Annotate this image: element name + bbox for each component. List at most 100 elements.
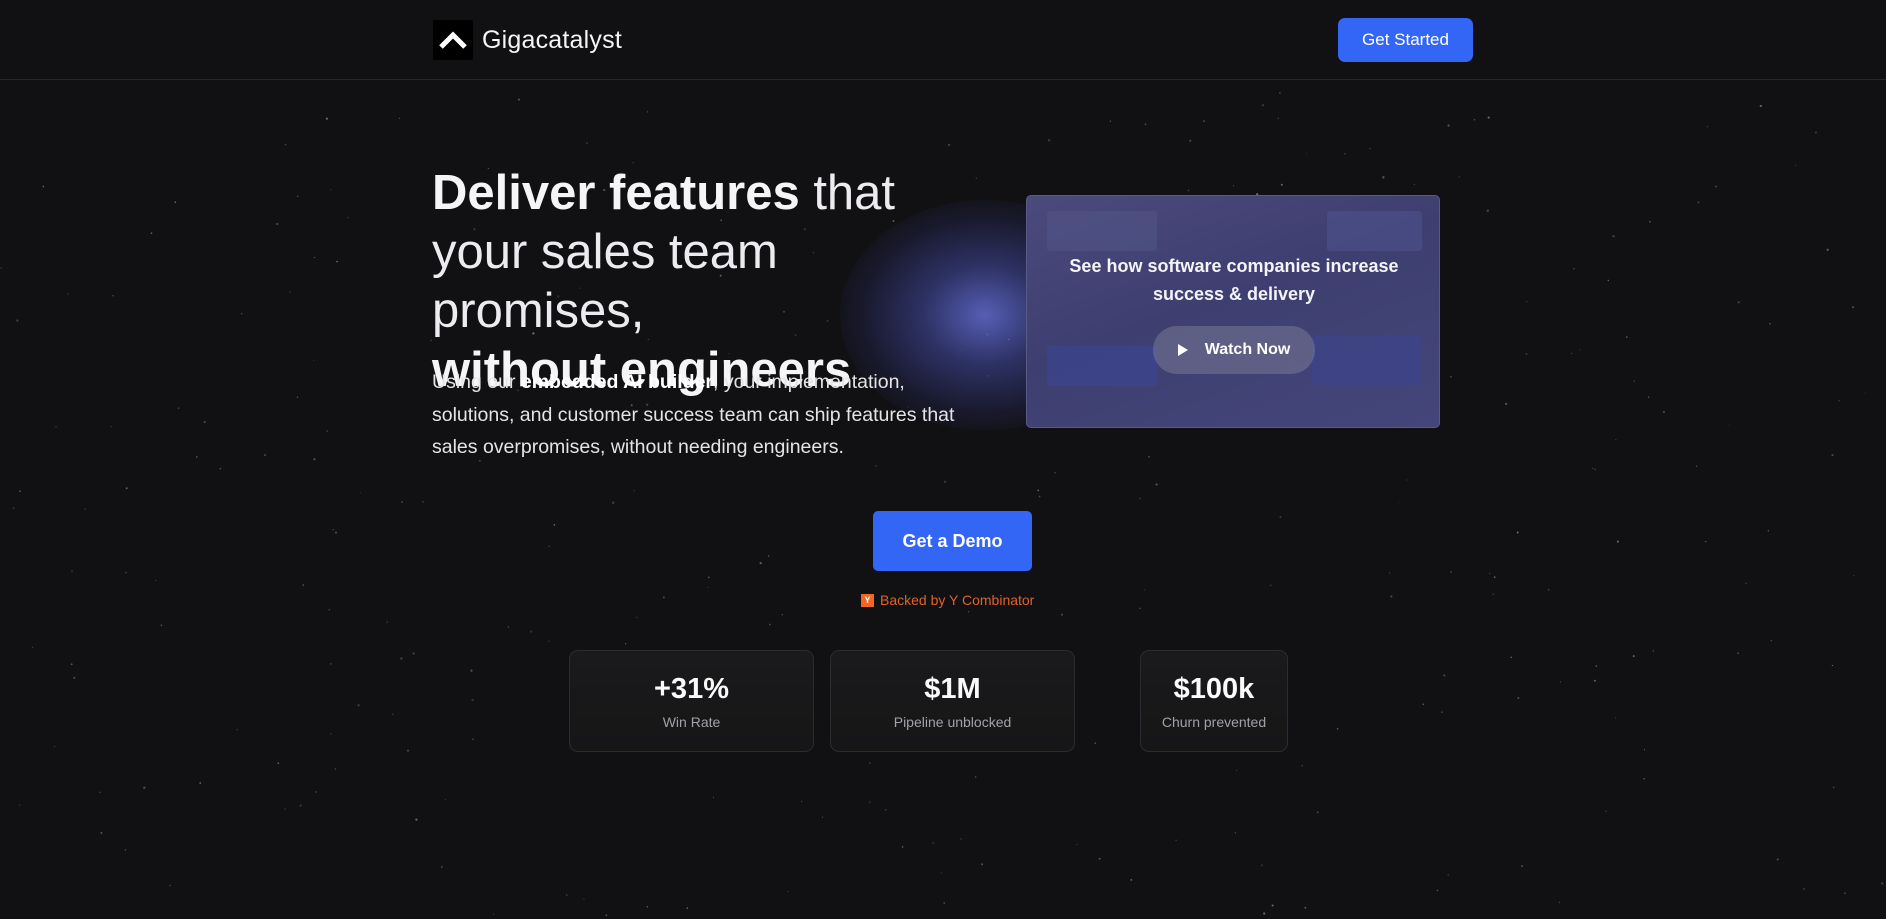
star-dot [1516,531,1519,534]
star-dot [1139,497,1141,500]
star-dot [42,185,45,188]
star-dot [1643,749,1646,751]
star-dot [605,914,608,916]
star-dot [759,561,762,565]
star-dot [1260,864,1263,867]
watch-now-button[interactable]: Watch Now [1153,326,1315,374]
star-dot [1450,376,1452,378]
star-dot [646,111,649,113]
star-dot [1269,584,1272,587]
star-dot [177,407,180,409]
star-dot [125,487,128,490]
star-dot [441,866,443,868]
star-dot [71,570,73,573]
star-dot [1233,185,1235,187]
star-dot [277,762,280,765]
get-started-button[interactable]: Get Started [1338,18,1473,62]
star-dot [1662,410,1666,414]
star-dot [1625,336,1628,338]
headline-part-bold: Deliver features [432,166,800,220]
star-dot [530,630,533,633]
star-dot [1187,189,1190,192]
watch-now-label: Watch Now [1204,341,1291,358]
star-dot [1304,906,1307,909]
star-dot [1098,857,1101,860]
star-dot [1390,595,1393,598]
star-dot [1831,454,1834,457]
star-dot [1441,711,1443,713]
star-dot [1647,396,1650,398]
star-dot [112,295,114,297]
star-dot [1767,530,1769,532]
star-dot [1189,139,1192,142]
star-dot [299,804,302,807]
star-dot [1737,652,1739,654]
stat-value: +31% [654,673,729,705]
star-dot [565,894,568,896]
star-dot [16,319,19,322]
star-dot [707,587,709,589]
star-dot [1853,574,1855,577]
star-dot [1831,664,1834,667]
star-dot [1605,810,1607,813]
chevron-up-logo-icon [433,20,473,60]
get-a-demo-button[interactable]: Get a Demo [873,511,1032,571]
star-dot [1344,152,1346,155]
star-dot [1235,769,1238,772]
star-dot [1076,843,1078,845]
y-combinator-icon: Y [861,593,874,607]
star-dot [302,584,305,586]
y-combinator-badge[interactable]: Y Backed by Y Combinator [861,590,1046,610]
star-dot [1138,607,1141,610]
star-dot [472,738,474,741]
star-dot [330,188,332,191]
star-dot [325,117,329,120]
star-dot [1573,268,1575,270]
star-dot [12,507,15,510]
star-dot [548,545,550,547]
description-lead: Using our [432,371,521,393]
star-dot [1038,495,1041,498]
stat-label: Win Rate [662,714,721,730]
video-preview-card[interactable]: See how software companies increase succ… [1026,195,1440,428]
star-dot [334,768,337,770]
star-dot [1047,139,1051,142]
star-dot [1737,301,1740,304]
brand-logo-link[interactable]: Gigacatalyst [433,20,622,60]
star-dot [174,201,177,203]
star-dot [981,863,984,866]
star-dot [1864,392,1866,394]
star-dot [1593,679,1596,682]
star-dot [1526,301,1528,303]
star-dot [296,396,299,398]
star-dot [1615,717,1617,719]
star-dot [1838,399,1841,402]
star-dot [781,613,784,616]
star-dot [1443,674,1446,677]
description-emphasis: embedded AI builder [520,371,714,393]
star-dot [19,490,21,492]
star-dot [110,426,112,428]
star-dot [1770,639,1773,642]
star-dot [73,676,76,680]
star-dot [444,799,446,801]
star-dot [553,524,556,526]
star-dot [196,456,198,458]
star-dot [314,790,317,794]
star-dot [160,624,163,627]
star-dot [1306,152,1308,154]
star-dot [1279,92,1281,94]
star-dot [1505,402,1508,405]
star-dot [1301,764,1304,767]
star-dot [1833,786,1835,789]
star-dot [328,609,330,611]
star-dot [1697,201,1700,204]
star-dot [297,195,299,198]
star-dot [624,643,627,645]
video-title: See how software companies increase succ… [1069,256,1399,304]
star-dot [1422,703,1425,705]
star-dot [1881,882,1884,885]
star-dot [67,293,69,295]
star-dot [1054,471,1056,474]
star-dot [357,704,360,707]
